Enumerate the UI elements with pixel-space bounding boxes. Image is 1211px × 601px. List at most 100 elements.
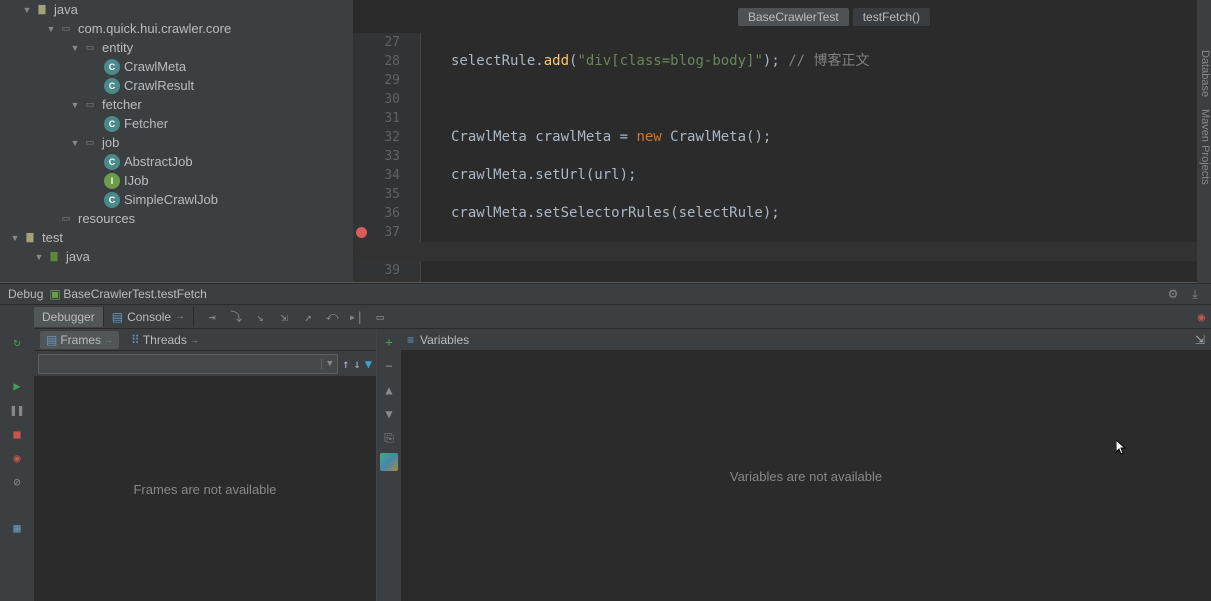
tree-label: resources xyxy=(78,211,135,226)
variables-toolbar: + − ▲ ▼ ⎘ xyxy=(377,329,401,601)
breadcrumb-class[interactable]: BaseCrawlerTest xyxy=(738,8,849,26)
breakpoint-icon[interactable] xyxy=(356,227,367,238)
variables-label: Variables xyxy=(420,333,469,347)
run-config-icon: ▣ xyxy=(49,287,63,301)
code-body[interactable]: selectRule.add("div[class=blog-body]"); … xyxy=(421,33,1197,282)
step-into-button[interactable]: ↘ xyxy=(250,307,270,327)
debug-title-prefix: Debug xyxy=(8,287,43,301)
thread-dump-button[interactable]: ◉ xyxy=(1198,310,1205,324)
debug-tabs: Debugger ▤ Console → ⇥ ⤵ ↘ ⇲ ↗ ⤺ ▸| ▭ ◉ xyxy=(34,305,1211,329)
tree-label: java xyxy=(66,249,90,264)
breakpoints-button[interactable]: ◉ xyxy=(8,449,26,467)
run-to-cursor-button[interactable]: ▸| xyxy=(346,307,366,327)
tree-node-java[interactable]: ▼ ▇ java xyxy=(0,0,353,19)
tree-node-interface[interactable]: I IJob xyxy=(0,171,353,190)
tree-label: CrawlMeta xyxy=(124,59,186,74)
evaluate-button[interactable]: ▭ xyxy=(370,307,390,327)
interface-icon: I xyxy=(104,173,120,189)
tree-label: Fetcher xyxy=(124,116,168,131)
console-icon: ▤ xyxy=(112,310,123,324)
class-icon: C xyxy=(104,59,120,75)
resume-button[interactable]: ▶ xyxy=(8,377,26,395)
tree-node-class[interactable]: C Fetcher xyxy=(0,114,353,133)
tree-node-class[interactable]: C CrawlMeta xyxy=(0,57,353,76)
breadcrumb: BaseCrawlerTest testFetch() xyxy=(353,0,1211,33)
threads-tab[interactable]: ⠿ Threads → xyxy=(125,331,205,349)
tree-label: AbstractJob xyxy=(124,154,193,169)
tree-node-class[interactable]: C SimpleCrawlJob xyxy=(0,190,353,209)
frames-tab[interactable]: ▤ Frames → xyxy=(40,331,119,349)
chevron-down-icon: ▼ xyxy=(321,359,337,369)
tree-node-entity[interactable]: ▼ ▭ entity xyxy=(0,38,353,57)
tree-label: fetcher xyxy=(102,97,142,112)
tree-label: IJob xyxy=(124,173,149,188)
tree-node-test-java[interactable]: ▼ ▇ java xyxy=(0,247,353,266)
pause-button[interactable]: ❚❚ xyxy=(8,401,26,419)
download-icon[interactable]: ⤓ xyxy=(1187,286,1203,302)
chevron-down-icon: ▼ xyxy=(8,233,22,243)
mute-breakpoints-button[interactable]: ⊘ xyxy=(8,473,26,491)
tree-label: java xyxy=(54,2,78,17)
package-icon: ▭ xyxy=(82,40,98,56)
pin-icon: → xyxy=(190,335,199,345)
step-out-button[interactable]: ↗ xyxy=(298,307,318,327)
breadcrumb-method[interactable]: testFetch() xyxy=(853,8,930,26)
drop-frame-button[interactable]: ⤺ xyxy=(322,307,342,327)
frames-panel: ▤ Frames → ⠿ Threads → ▼ ↑ xyxy=(34,329,377,601)
variables-panel: ≡ Variables ⇲ Variables are not availabl… xyxy=(401,329,1211,601)
tree-node-class[interactable]: C AbstractJob xyxy=(0,152,353,171)
tab-database[interactable]: Database xyxy=(1197,50,1211,97)
code-editor[interactable]: BaseCrawlerTest testFetch() 272829303132… xyxy=(353,0,1211,282)
gear-icon[interactable]: ⚙ xyxy=(1165,286,1181,302)
step-toolbar: ⇥ ⤵ ↘ ⇲ ↗ ⤺ ▸| ▭ xyxy=(194,307,390,327)
tab-debugger[interactable]: Debugger xyxy=(34,307,104,327)
tree-node-test[interactable]: ▼ ▇ test xyxy=(0,228,353,247)
folder-icon: ▇ xyxy=(46,249,62,265)
rerun-button[interactable]: ↻ xyxy=(8,333,26,351)
filter-button[interactable]: ▼ xyxy=(365,357,372,371)
package-icon: ▭ xyxy=(82,97,98,113)
chevron-down-icon: ▼ xyxy=(44,24,58,34)
tree-label: test xyxy=(42,230,63,245)
tree-label: CrawlResult xyxy=(124,78,194,93)
tree-node-package[interactable]: ▼ ▭ com.quick.hui.crawler.core xyxy=(0,19,353,38)
step-over-button[interactable]: ⤵ xyxy=(226,307,246,327)
class-icon: C xyxy=(104,192,120,208)
chevron-down-icon: ▼ xyxy=(32,252,46,262)
tree-node-resources[interactable]: ▭ resources xyxy=(0,209,353,228)
tree-node-job-pkg[interactable]: ▼ ▭ job xyxy=(0,133,353,152)
thread-selector[interactable]: ▼ xyxy=(38,354,338,374)
add-watch-button[interactable]: + xyxy=(380,333,398,351)
package-icon: ▭ xyxy=(82,135,98,151)
right-tool-tabs[interactable]: Database Maven Projects xyxy=(1197,0,1211,283)
frames-icon: ▤ xyxy=(46,333,57,347)
project-tree[interactable]: ▼ ▇ java ▼ ▭ com.quick.hui.crawler.core … xyxy=(0,0,353,282)
chevron-down-icon: ▼ xyxy=(20,5,34,15)
tab-maven[interactable]: Maven Projects xyxy=(1197,109,1211,185)
force-step-into-button[interactable]: ⇲ xyxy=(274,307,294,327)
tree-node-class[interactable]: C CrawlResult xyxy=(0,76,353,95)
show-execution-point-button[interactable]: ⇥ xyxy=(202,307,222,327)
next-frame-button[interactable]: ↓ xyxy=(354,357,361,371)
remove-watch-button[interactable]: − xyxy=(380,357,398,375)
copy-button[interactable]: ⎘ xyxy=(380,429,398,447)
tree-label: com.quick.hui.crawler.core xyxy=(78,21,231,36)
prev-frame-button[interactable]: ↑ xyxy=(342,357,349,371)
stop-button[interactable]: ■ xyxy=(8,425,26,443)
up-button[interactable]: ▲ xyxy=(380,381,398,399)
chevron-down-icon: ▼ xyxy=(68,138,82,148)
restore-layout-icon[interactable]: ⇲ xyxy=(1195,333,1205,347)
chevron-down-icon: ▼ xyxy=(68,43,82,53)
debug-toolwindow-header[interactable]: Debug ▣ BaseCrawlerTest.testFetch ⚙ ⤓ xyxy=(0,283,1211,305)
debug-title: BaseCrawlerTest.testFetch xyxy=(63,287,206,301)
layout-button[interactable]: ▦ xyxy=(8,519,26,537)
folder-icon: ▇ xyxy=(34,2,50,18)
tree-node-fetcher-pkg[interactable]: ▼ ▭ fetcher xyxy=(0,95,353,114)
show-watches-button[interactable] xyxy=(380,453,398,471)
class-icon: C xyxy=(104,116,120,132)
down-button[interactable]: ▼ xyxy=(380,405,398,423)
package-icon: ▭ xyxy=(58,21,74,37)
tab-console[interactable]: ▤ Console → xyxy=(104,307,194,327)
tree-label: SimpleCrawlJob xyxy=(124,192,218,207)
class-icon: C xyxy=(104,154,120,170)
